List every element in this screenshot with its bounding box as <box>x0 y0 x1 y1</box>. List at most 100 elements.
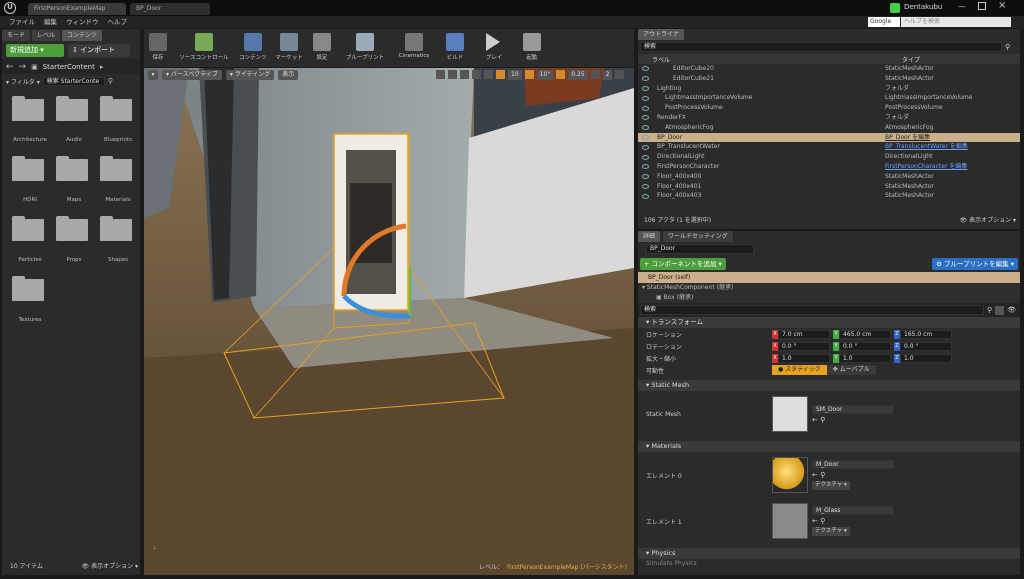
content-button[interactable]: コンテンツ <box>236 29 270 67</box>
outliner-row[interactable]: BP_Door BP_Door を編集 <box>638 132 1020 143</box>
search-engine-select[interactable]: Google <box>868 17 900 27</box>
perspective-button[interactable]: ▾ パースペクティブ <box>162 69 222 80</box>
visibility-eye-icon[interactable] <box>642 115 649 121</box>
outliner-row[interactable]: EditorCube21 StaticMeshActor <box>638 74 1020 84</box>
door-material-thumbnail[interactable] <box>772 457 808 493</box>
eye-icon[interactable]: 👁 <box>1007 306 1016 314</box>
lighting-button[interactable]: ▾ ライティング <box>225 69 275 80</box>
camera-speed-value[interactable]: 2 <box>602 69 613 80</box>
outliner-view-options[interactable]: 👁 表示オプション ▾ <box>960 215 1016 224</box>
outliner-row[interactable]: DirectionalLight DirectionalLight <box>638 152 1020 162</box>
search-icon[interactable]: ⚲ <box>987 306 992 314</box>
element1-select[interactable]: M_Glass <box>812 506 894 515</box>
physics-header[interactable]: ▾ Physics <box>638 548 1020 559</box>
menu-window[interactable]: ウィンドウ <box>66 16 99 28</box>
materials-header[interactable]: ▾ Materials <box>638 441 1020 452</box>
outliner-row[interactable]: AtmosphericFog AtmosphericFog <box>638 123 1020 133</box>
tab-map[interactable]: FirstPersonExampleMap <box>28 3 126 15</box>
details-search-input[interactable]: 検索 <box>640 305 984 315</box>
tab-levels[interactable]: レベル <box>32 29 61 41</box>
path-breadcrumb[interactable]: StarterContent <box>43 63 95 71</box>
grid-view-icon[interactable] <box>995 305 1005 315</box>
chevron-right-icon[interactable]: ▸ <box>100 63 104 71</box>
outliner-search-input[interactable]: 検索 <box>640 42 1002 52</box>
show-button[interactable]: 表示 <box>278 69 299 80</box>
outliner-row[interactable]: Floor_400x401 StaticMeshActor <box>638 182 1020 192</box>
search-icon[interactable]: ⚲ <box>1005 43 1010 51</box>
outliner-row[interactable]: PostProcessVolume PostProcessVolume <box>638 103 1020 113</box>
outliner-row[interactable]: FirstPersonCharacter FirstPersonCharacter… <box>638 162 1020 172</box>
scale-x-input[interactable]: 1.0 <box>778 353 830 363</box>
scale-y-input[interactable]: 1.0 <box>839 353 891 363</box>
visibility-eye-icon[interactable] <box>642 125 649 131</box>
static-mesh-select[interactable]: SM_Door <box>812 404 894 414</box>
folder-item[interactable]: HDRI <box>8 156 52 203</box>
visibility-eye-icon[interactable] <box>642 183 649 189</box>
location-z-input[interactable]: 165.0 cm <box>900 329 952 339</box>
filter-button[interactable]: ▾ フィルタ ▾ <box>6 77 40 86</box>
tab-world-settings[interactable]: ワールドセッティング <box>663 231 733 242</box>
scale-icon[interactable] <box>460 70 469 79</box>
content-search-input[interactable]: 検索 StarterConte <box>42 76 105 86</box>
translate-icon[interactable] <box>436 70 445 79</box>
outliner-row-type[interactable]: BP_TranslucentWater を編集 <box>885 142 968 152</box>
minimize-icon[interactable]: — <box>958 2 966 11</box>
glass-material-thumbnail[interactable] <box>772 503 808 539</box>
angle-snap-value[interactable]: 10° <box>536 69 554 80</box>
outliner-row-type[interactable]: BP_Door を編集 <box>885 133 930 143</box>
edit-blueprint-button[interactable]: ⚙ ブループリントを編集 ▾ <box>932 257 1018 270</box>
rotate-icon[interactable] <box>448 70 457 79</box>
movable-button[interactable]: ✥ ムーバブル <box>826 365 876 375</box>
visibility-eye-icon[interactable] <box>642 174 649 180</box>
outliner-row[interactable]: Floor_400x400 StaticMeshActor <box>638 172 1020 182</box>
location-x-input[interactable]: 7.0 cm <box>778 329 830 339</box>
folder-item[interactable]: Props <box>52 216 96 263</box>
view-options-button[interactable]: 👁 表示オプション ▾ <box>82 561 138 570</box>
source-control-icon[interactable] <box>890 3 900 13</box>
scale-snap-icon[interactable] <box>556 70 566 79</box>
visibility-eye-icon[interactable] <box>642 193 649 199</box>
location-y-input[interactable]: 465.0 cm <box>839 329 891 339</box>
textures-button[interactable]: テクスチャ ▾ <box>812 481 850 490</box>
visibility-eye-icon[interactable] <box>642 66 649 72</box>
textures-button-2[interactable]: テクスチャ ▾ <box>812 527 850 536</box>
maximize-viewport-icon[interactable] <box>615 70 625 79</box>
menu-help[interactable]: ヘルプ <box>108 16 128 28</box>
play-button[interactable]: プレイ <box>476 29 512 67</box>
visibility-eye-icon[interactable] <box>642 76 649 82</box>
visibility-eye-icon[interactable] <box>642 164 649 170</box>
save-button[interactable]: 保存 <box>144 29 172 67</box>
tab-outliner[interactable]: アウトライナ <box>638 29 684 40</box>
visibility-eye-icon[interactable] <box>642 95 649 101</box>
actor-name-field[interactable]: BP_Door <box>646 244 754 254</box>
scale-z-input[interactable]: 1.0 <box>900 353 952 363</box>
tab-modes[interactable]: モード <box>2 29 31 41</box>
folder-item[interactable]: Audio <box>52 96 96 143</box>
marketplace-button[interactable]: マーケット <box>272 29 306 67</box>
launch-button[interactable]: 起動 <box>514 29 550 67</box>
element0-select[interactable]: M_Door <box>812 460 894 469</box>
static-mesh-header[interactable]: ▾ Static Mesh <box>638 380 1020 391</box>
outliner-row[interactable]: EditorCube20 StaticMeshActor <box>638 64 1020 74</box>
blueprints-button[interactable]: ブループリント <box>338 29 392 67</box>
close-icon[interactable]: × <box>998 0 1006 11</box>
maximize-icon[interactable] <box>978 2 986 10</box>
camera-speed-icon[interactable] <box>590 70 600 79</box>
outliner-row[interactable]: RenderFX フォルダ <box>638 113 1020 123</box>
folder-item[interactable]: Maps <box>52 156 96 203</box>
add-new-button[interactable]: 新規追加 ▾ <box>6 43 64 57</box>
label-column-header[interactable]: ラベル <box>652 55 902 64</box>
folder-item[interactable]: Materials <box>96 156 140 203</box>
grid-snap-icon[interactable] <box>496 70 505 79</box>
folder-icon[interactable]: ▣ <box>31 63 38 71</box>
tab-bp-door[interactable]: BP_Door <box>130 3 210 15</box>
transform-header[interactable]: ▾ トランスフォーム <box>638 317 1020 328</box>
rotation-x-input[interactable]: 0.0 ° <box>778 341 830 351</box>
visibility-eye-icon[interactable] <box>642 154 649 160</box>
outliner-row[interactable]: Lighting フォルダ <box>638 84 1020 94</box>
menu-edit[interactable]: 編集 <box>44 16 57 28</box>
build-button[interactable]: ビルド <box>436 29 474 67</box>
grid-snap-value[interactable]: 10 <box>508 69 522 80</box>
back-icon[interactable]: ← <box>6 62 14 72</box>
folder-item[interactable]: Architecture <box>8 96 52 143</box>
